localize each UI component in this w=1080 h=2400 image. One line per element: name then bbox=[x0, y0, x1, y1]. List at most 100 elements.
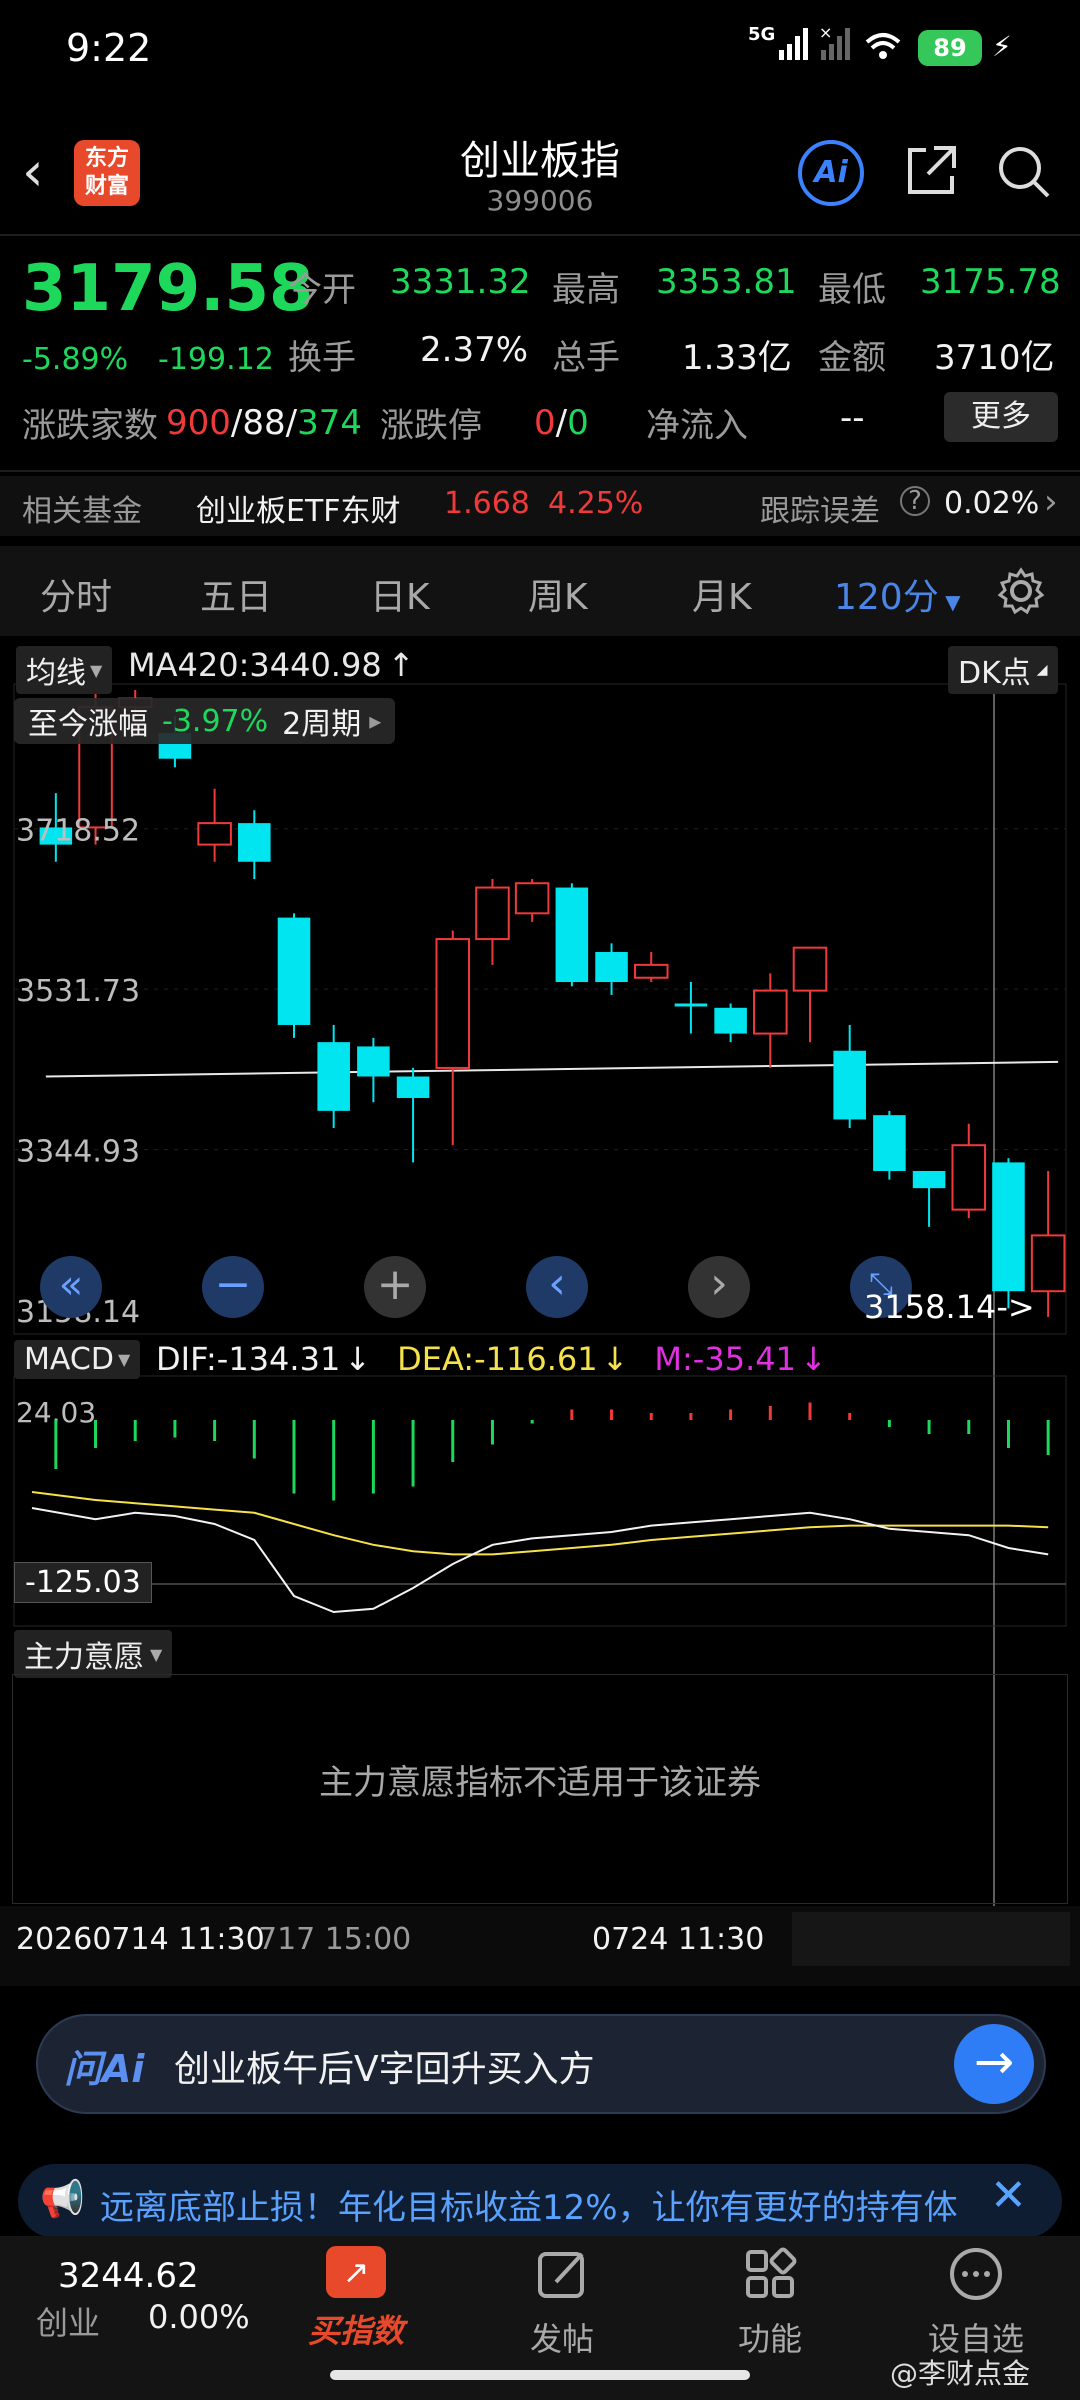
divider bbox=[0, 470, 1080, 472]
tab-daily-k[interactable]: 日K bbox=[370, 568, 430, 620]
home-indicator[interactable] bbox=[330, 2370, 750, 2380]
zhuli-chip-label: 主力意愿 bbox=[24, 1640, 144, 1675]
fund-price: 1.668 bbox=[444, 486, 530, 521]
macd-chip-label: MACD bbox=[24, 1342, 114, 1377]
breadth: 涨跌家数 900 / 88 / 374 bbox=[22, 398, 362, 447]
netflow-value: -- bbox=[840, 398, 865, 438]
nav-functions[interactable]: 功能 bbox=[690, 2236, 850, 2360]
caret-down-icon: ▼ bbox=[117, 1350, 131, 1369]
close-icon[interactable]: ✕ bbox=[990, 2170, 1027, 2221]
ma-line bbox=[45, 1060, 1059, 1078]
zoom-out-icon[interactable]: − bbox=[202, 1256, 264, 1318]
ma-selector[interactable]: 均线 ▼ bbox=[16, 646, 113, 694]
macd-m: M:-35.41 bbox=[654, 1340, 796, 1378]
nav-post-label: 发帖 bbox=[529, 2320, 594, 2358]
chevron-right-icon: ▸ bbox=[369, 707, 382, 735]
zhuli-panel: 主力意愿指标不适用于该证券 bbox=[12, 1674, 1068, 1904]
macd-dea-arrow: ↓ bbox=[601, 1340, 629, 1378]
status-bar: 9:22 5G × 89 ⚡ bbox=[0, 0, 1080, 100]
macd-dif: DIF:-134.31 bbox=[156, 1340, 341, 1378]
ma-chip-label: 均线 bbox=[26, 656, 86, 691]
macd-selector[interactable]: MACD ▼ bbox=[14, 1340, 141, 1379]
candle-body bbox=[514, 882, 550, 915]
tab-monthly-k[interactable]: 月K bbox=[692, 568, 752, 620]
related-fund-row[interactable]: 相关基金 创业板ETF东财 1.668 4.25% 跟踪误差 ? 0.02% › bbox=[0, 476, 1080, 536]
nav-add-watchlist[interactable]: 设自选 bbox=[896, 2236, 1056, 2360]
help-icon[interactable]: ? bbox=[900, 486, 930, 516]
period-span: 2周期 bbox=[282, 707, 362, 742]
candle-body bbox=[555, 887, 589, 983]
candles bbox=[39, 690, 1066, 1317]
zoom-in-icon[interactable]: + bbox=[364, 1256, 426, 1318]
ma-value: MA420:3440.98 bbox=[128, 646, 382, 684]
ai-button[interactable]: Ai bbox=[798, 140, 864, 206]
price-axis: 3718.523531.733344.933158.14 bbox=[16, 814, 140, 1330]
breadth-down: 374 bbox=[297, 402, 363, 443]
candle-body bbox=[357, 1046, 390, 1077]
ai-brand: 问Ai bbox=[64, 2047, 145, 2091]
breadth-label: 涨跌家数 bbox=[22, 406, 158, 446]
ai-query-text: 创业板午后V字回升买入方 bbox=[174, 2049, 595, 2090]
arrow-right-icon[interactable]: → bbox=[954, 2024, 1034, 2104]
time-axis-scrollbar[interactable] bbox=[792, 1912, 1070, 1966]
amount-value: 3710亿 bbox=[934, 338, 1055, 378]
caret-down-icon: ▼ bbox=[938, 590, 961, 614]
signal-wifi-icon: × bbox=[779, 24, 901, 60]
index-value: 3244.62 bbox=[58, 2256, 199, 2296]
tab-weekly-k[interactable]: 周K bbox=[528, 568, 588, 620]
tab-five-day[interactable]: 五日 bbox=[200, 568, 272, 620]
change-percent: -5.89% bbox=[22, 342, 129, 377]
tab-120min[interactable]: 120分 ▼ bbox=[834, 568, 960, 620]
candle-body bbox=[714, 1007, 747, 1034]
macd-cursor-value: -125.03 bbox=[14, 1562, 152, 1603]
candle-body bbox=[792, 946, 828, 992]
last-price-marker: 3158.14-> bbox=[864, 1288, 1035, 1326]
dk-button[interactable]: DK点 ◢ bbox=[948, 646, 1058, 694]
search-icon[interactable] bbox=[996, 144, 1052, 200]
open-value: 3331.32 bbox=[390, 262, 531, 302]
candle-body bbox=[595, 951, 628, 983]
scroll-left-icon[interactable]: ‹ bbox=[526, 1256, 588, 1318]
breadth-flat: 88 bbox=[242, 402, 286, 443]
gear-icon[interactable] bbox=[996, 566, 1046, 616]
caret-down-icon: ▼ bbox=[90, 660, 103, 680]
nav-functions-label: 功能 bbox=[737, 2320, 802, 2358]
ma-readout: MA420:3440.98 ↑ bbox=[128, 646, 415, 684]
candle-body bbox=[238, 823, 271, 862]
tracking-error-value: 0.02% bbox=[944, 486, 1040, 521]
candle-body bbox=[951, 1144, 987, 1211]
share-icon[interactable] bbox=[904, 142, 960, 198]
candle-body bbox=[475, 886, 510, 941]
tab-intraday[interactable]: 分时 bbox=[40, 568, 112, 620]
charging-icon: ⚡ bbox=[992, 30, 1012, 63]
news-ticker[interactable]: 📢 远离底部止损！年化目标收益12%，让你有更好的持有体 ✕ bbox=[18, 2164, 1062, 2238]
period-change-tooltip[interactable]: 至今涨幅 -3.97% 2周期 ▸ bbox=[14, 698, 396, 744]
more-button[interactable]: 更多 bbox=[944, 392, 1058, 442]
ma-arrow: ↑ bbox=[387, 646, 415, 684]
period-change-label: 至今涨幅 bbox=[28, 707, 148, 742]
zhuli-message: 主力意愿指标不适用于该证券 bbox=[319, 1763, 761, 1803]
time-label-left: 20260714 11:30 bbox=[16, 1922, 265, 1957]
edit-icon bbox=[538, 2252, 584, 2298]
price-axis-label: 3531.73 bbox=[16, 974, 140, 1009]
high-value: 3353.81 bbox=[656, 262, 797, 302]
volume-value: 1.33亿 bbox=[682, 338, 792, 378]
price-axis-label: 3344.93 bbox=[16, 1135, 140, 1170]
chevron-right-icon: › bbox=[1044, 482, 1058, 522]
nav-post[interactable]: 发帖 bbox=[482, 2236, 642, 2360]
tab-120min-label: 120分 bbox=[834, 577, 939, 618]
scroll-fast-left-icon[interactable]: « bbox=[40, 1256, 102, 1318]
price-axis-label: 3718.52 bbox=[16, 814, 140, 849]
nav-buy-index[interactable]: ↗ 买指数 bbox=[276, 2236, 436, 2352]
macd-frame bbox=[13, 1375, 1067, 1627]
low-label: 最低 bbox=[818, 270, 886, 310]
clock: 9:22 bbox=[66, 26, 152, 70]
change-value: -199.12 bbox=[158, 342, 274, 377]
nav-buy-index-label: 买指数 bbox=[307, 2312, 404, 2350]
fund-name[interactable]: 创业板ETF东财 bbox=[196, 486, 401, 530]
ai-query-bar[interactable]: 问Ai 创业板午后V字回升买入方 bbox=[36, 2014, 1046, 2114]
candle-body bbox=[833, 1050, 866, 1120]
scroll-right-icon[interactable]: › bbox=[688, 1256, 750, 1318]
candle-body bbox=[396, 1076, 430, 1098]
zhuli-selector[interactable]: 主力意愿 ▼ bbox=[14, 1630, 173, 1678]
